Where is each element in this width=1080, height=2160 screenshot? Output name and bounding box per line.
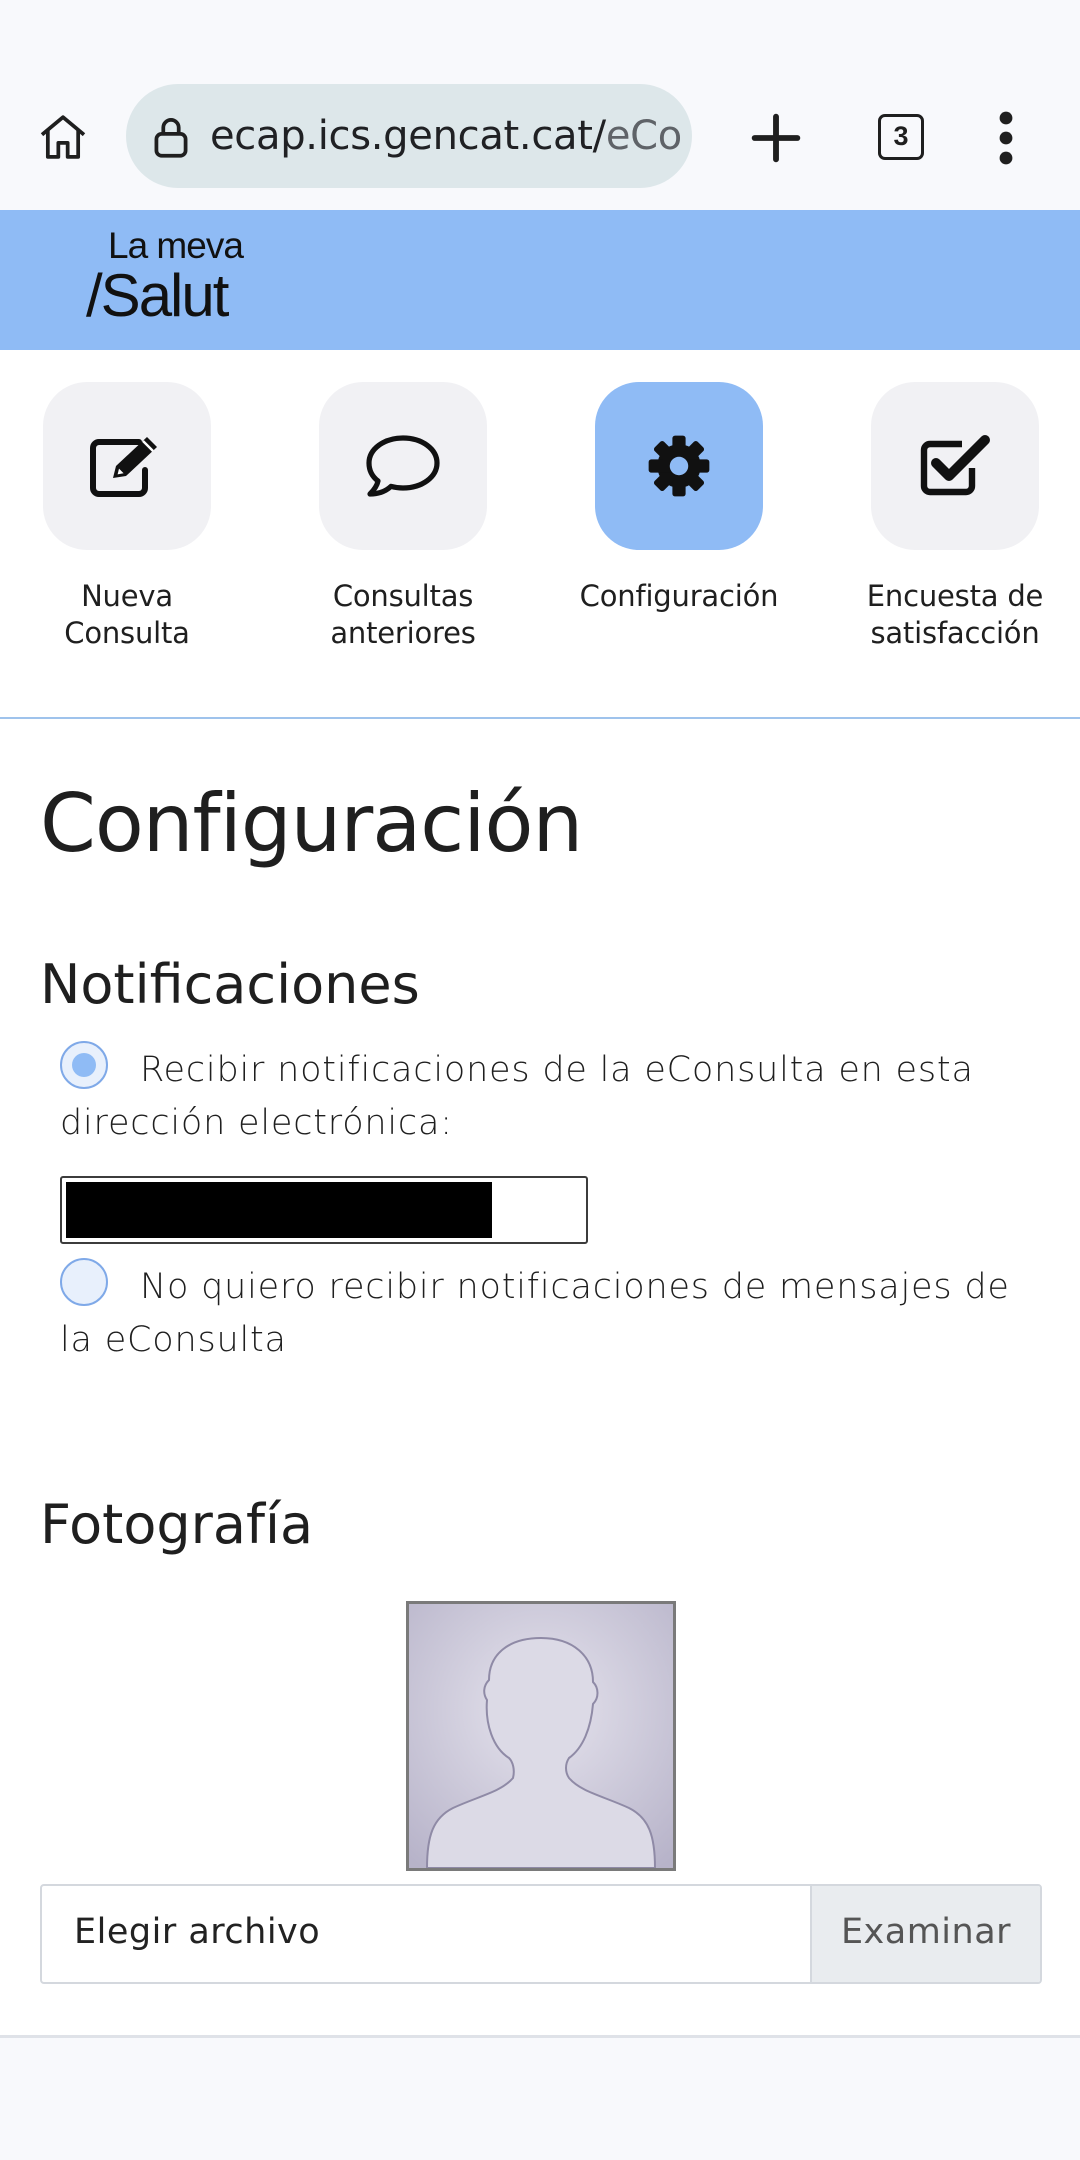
nav-encuesta-satisfaccion[interactable]: Encuesta de satisfacción xyxy=(835,382,1075,652)
gear-icon xyxy=(648,435,710,497)
no-notification-radio[interactable] xyxy=(60,1258,108,1306)
settings-content: Configuración Notificaciones Recibir not… xyxy=(0,719,1080,2038)
main-navigation: Nueva Consulta Consultas anteriores Conf… xyxy=(0,350,1080,719)
no-notification-label: No quiero recibir notificaciones de mens… xyxy=(60,1267,1010,1360)
photo-file-input[interactable]: Elegir archivo Examinar xyxy=(40,1884,1042,1984)
nav-tile[interactable] xyxy=(319,382,487,550)
email-notification-radio[interactable] xyxy=(60,1041,108,1089)
nav-label: Encuesta de satisfacción xyxy=(866,579,1044,650)
nav-nueva-consulta[interactable]: Nueva Consulta xyxy=(7,382,247,652)
email-field[interactable] xyxy=(60,1176,588,1244)
browse-button[interactable]: Examinar xyxy=(810,1886,1040,1982)
redacted-email xyxy=(66,1182,492,1238)
browser-toolbar: ecap.ics.gencat.cat/eConsulta 3 xyxy=(0,0,1080,210)
lock-icon xyxy=(154,118,188,158)
tab-switcher-button[interactable]: 3 xyxy=(878,114,924,160)
nav-label: Configuración xyxy=(579,579,779,613)
more-options-icon[interactable] xyxy=(986,108,1026,168)
profile-photo-placeholder xyxy=(406,1601,676,1871)
speech-bubble-icon xyxy=(366,435,440,497)
nav-tile[interactable] xyxy=(43,382,211,550)
home-icon[interactable] xyxy=(30,104,96,170)
address-bar[interactable]: ecap.ics.gencat.cat/eConsulta xyxy=(126,84,692,188)
nav-consultas-anteriores[interactable]: Consultas anteriores xyxy=(283,382,523,652)
email-notification-option: Recibir notificaciones de la eConsulta e… xyxy=(60,1041,1020,1150)
avatar-silhouette-icon xyxy=(409,1604,673,1868)
app-header: La meva /Salut xyxy=(0,210,1080,350)
no-notification-option: No quiero recibir notificaciones de mens… xyxy=(60,1258,1020,1367)
nav-tile[interactable] xyxy=(595,382,763,550)
la-meva-salut-logo[interactable]: La meva /Salut xyxy=(86,226,266,326)
nav-tile[interactable] xyxy=(871,382,1039,550)
edit-icon xyxy=(90,437,157,497)
nav-configuracion[interactable]: Configuración xyxy=(559,382,799,615)
email-notification-label: Recibir notificaciones de la eConsulta e… xyxy=(60,1050,974,1143)
url-text: ecap.ics.gencat.cat/eConsulta xyxy=(210,113,680,159)
nav-label: Consultas anteriores xyxy=(330,579,476,650)
photo-heading: Fotografía xyxy=(40,1493,314,1556)
nav-label: Nueva Consulta xyxy=(64,579,190,650)
notifications-heading: Notificaciones xyxy=(40,953,420,1016)
checkbox-checked-icon xyxy=(920,435,990,496)
new-tab-icon[interactable] xyxy=(744,106,808,170)
file-choose-label[interactable]: Elegir archivo xyxy=(42,1886,810,1982)
page-title: Configuración xyxy=(40,777,583,870)
